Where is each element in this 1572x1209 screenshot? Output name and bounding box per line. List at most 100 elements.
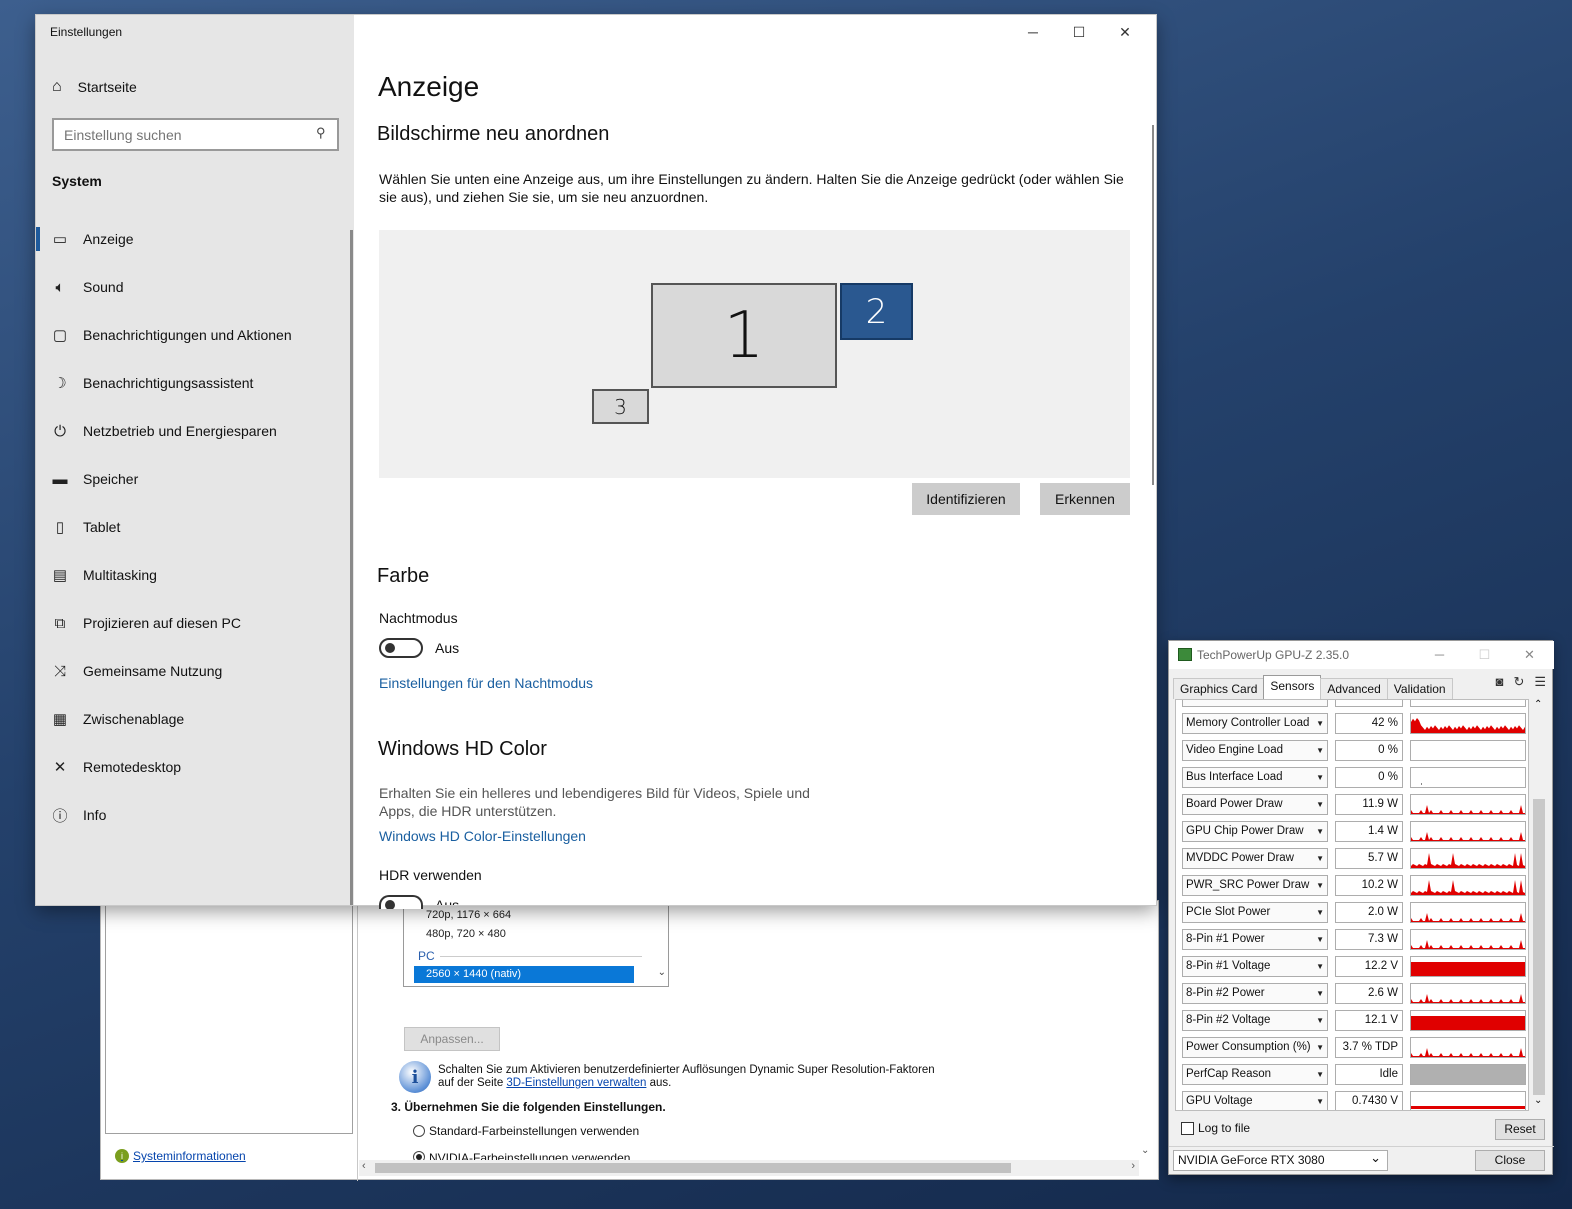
- sensor-graph: [1410, 1010, 1526, 1031]
- sensor-name[interactable]: Video Engine Load: [1182, 740, 1328, 761]
- scrollbar-thumb[interactable]: [375, 1163, 1011, 1173]
- sensor-value: 1.4 W: [1335, 821, 1403, 842]
- menu-icon[interactable]: ☰: [1534, 674, 1546, 690]
- system-info-link[interactable]: i Systeminformationen: [115, 1149, 246, 1163]
- scrollbar-thumb[interactable]: [1533, 799, 1545, 1095]
- drive-icon: ▬: [52, 470, 68, 488]
- hdr-toggle[interactable]: [379, 895, 423, 909]
- scroll-left-icon[interactable]: ‹: [362, 1160, 366, 1172]
- moon-icon: ☽: [53, 375, 67, 392]
- tab-sensors[interactable]: Sensors: [1263, 675, 1322, 699]
- scroll-up-icon[interactable]: ⌃: [1534, 699, 1542, 710]
- sensor-name[interactable]: PWR_SRC Power Draw: [1182, 875, 1328, 896]
- resolution-item-720p[interactable]: 720p, 1176 × 664: [426, 909, 511, 921]
- sidebar-item-gemeinsame-nutzung[interactable]: ⤨ Gemeinsame Nutzung: [36, 647, 350, 695]
- scroll-down-icon[interactable]: ⌄: [1141, 1145, 1149, 1156]
- tab-validation[interactable]: Validation: [1386, 678, 1453, 699]
- gpu-select[interactable]: NVIDIA GeForce RTX 3080: [1173, 1148, 1388, 1171]
- sidebar-item-info[interactable]: ⓘ Info: [36, 791, 350, 839]
- monitor-2[interactable]: 2: [840, 283, 913, 340]
- display-arrangement-area[interactable]: 1 2 3: [379, 230, 1130, 478]
- sidebar-item-multitasking[interactable]: ▤ Multitasking: [36, 551, 350, 599]
- tab-graphics-card[interactable]: Graphics Card: [1173, 678, 1265, 699]
- close-icon[interactable]: ✕: [1507, 641, 1552, 669]
- sidebar-item-zwischenablage[interactable]: ▦ Zwischenablage: [36, 695, 350, 743]
- detect-button[interactable]: Erkennen: [1040, 483, 1130, 515]
- radio-standard-colors[interactable]: Standard-Farbeinstellungen verwenden: [413, 1124, 639, 1138]
- sidebar-item-projizieren-auf-diesen-pc[interactable]: ⧉ Projizieren auf diesen PC: [36, 599, 350, 647]
- sensor-name[interactable]: PerfCap Reason: [1182, 1064, 1328, 1085]
- minimize-icon[interactable]: ─: [1417, 641, 1462, 669]
- night-mode-settings-link[interactable]: Einstellungen für den Nachtmodus: [379, 675, 593, 691]
- sensor-name[interactable]: PCIe Slot Power: [1182, 902, 1328, 923]
- sensor-row: PCIe Slot Power 2.0 W: [1182, 902, 1527, 924]
- sidebar-item-netzbetrieb-und-energiesparen[interactable]: ⏻ Netzbetrieb und Energiesparen: [36, 407, 350, 455]
- sidebar-item-label: Zwischenablage: [83, 711, 185, 727]
- night-mode-toggle[interactable]: [379, 638, 423, 658]
- sidebar-item-benachrichtigungen-und-aktionen[interactable]: ▢ Benachrichtigungen und Aktionen: [36, 311, 350, 359]
- sidebar-item-anzeige[interactable]: ▭ Anzeige: [36, 215, 350, 263]
- sidebar-item-sound[interactable]: 🔈︎ Sound: [36, 263, 350, 311]
- sensor-name[interactable]: Power Consumption (%): [1182, 1037, 1328, 1058]
- manage-3d-settings-link[interactable]: 3D-Einstellungen verwalten: [506, 1077, 646, 1089]
- refresh-icon[interactable]: ↻: [1513, 674, 1524, 690]
- settings-search-input[interactable]: [52, 118, 339, 151]
- sensor-name[interactable]: 8-Pin #1 Power: [1182, 929, 1328, 950]
- camera-icon[interactable]: ◙: [1496, 674, 1504, 690]
- sidebar-item-tablet[interactable]: ▯ Tablet: [36, 503, 350, 551]
- sensor-name[interactable]: MVDDC Power Draw: [1182, 848, 1328, 869]
- sensor-value: 7.3 W: [1335, 929, 1403, 950]
- scroll-right-icon[interactable]: ›: [1131, 1160, 1135, 1172]
- customize-button[interactable]: Anpassen...: [404, 1027, 500, 1051]
- identify-button[interactable]: Identifizieren: [912, 483, 1020, 515]
- sensor-scrollbar[interactable]: ⌃ ⌄: [1531, 699, 1547, 1111]
- sensor-name[interactable]: GPU Load: [1182, 700, 1328, 707]
- radio-circle[interactable]: [413, 1125, 425, 1137]
- radio-circle-selected[interactable]: [413, 1151, 425, 1160]
- sensor-name[interactable]: 8-Pin #1 Voltage: [1182, 956, 1328, 977]
- sensor-row: MVDDC Power Draw 5.7 W: [1182, 848, 1527, 870]
- home-nav-item[interactable]: ⌂ Startseite: [52, 78, 137, 96]
- search-icon[interactable]: ⚲: [316, 125, 326, 141]
- reset-button[interactable]: Reset: [1495, 1119, 1545, 1140]
- tab-advanced[interactable]: Advanced: [1320, 678, 1388, 699]
- content-scrollbar[interactable]: [1152, 125, 1154, 485]
- sidebar-item-remotedesktop[interactable]: ✕ Remotedesktop: [36, 743, 350, 791]
- maximize-icon[interactable]: ☐: [1056, 17, 1102, 47]
- monitor-3[interactable]: 3: [592, 389, 649, 424]
- pane-divider[interactable]: [357, 901, 358, 1181]
- sensor-name[interactable]: GPU Chip Power Draw: [1182, 821, 1328, 842]
- close-button[interactable]: Close: [1475, 1150, 1545, 1171]
- horizontal-scrollbar[interactable]: ‹ ›: [359, 1160, 1139, 1176]
- sensor-name[interactable]: GPU Voltage: [1182, 1091, 1328, 1110]
- sensor-name[interactable]: 8-Pin #2 Power: [1182, 983, 1328, 1004]
- log-to-file-checkbox[interactable]: Log to file: [1181, 1121, 1250, 1135]
- gpuz-toolbar: ◙ ↻ ☰: [1496, 674, 1546, 690]
- sensor-value: 0 %: [1335, 740, 1403, 761]
- hd-color-settings-link[interactable]: Windows HD Color-Einstellungen: [379, 828, 586, 844]
- sensor-name[interactable]: Board Power Draw: [1182, 794, 1328, 815]
- radio-nvidia-colors[interactable]: NVIDIA-Farbeinstellungen verwenden: [413, 1151, 630, 1160]
- scroll-down-icon[interactable]: ⌄: [658, 967, 666, 978]
- maximize-icon[interactable]: ☐: [1462, 641, 1507, 669]
- checkbox-box[interactable]: [1181, 1121, 1194, 1135]
- sensor-name[interactable]: Bus Interface Load: [1182, 767, 1328, 788]
- clipboard-icon: ▦: [52, 711, 68, 728]
- sidebar-item-benachrichtigungsassistent[interactable]: ☽ Benachrichtigungsassistent: [36, 359, 350, 407]
- monitor-1[interactable]: 1: [651, 283, 837, 388]
- sensor-name[interactable]: 8-Pin #2 Voltage: [1182, 1010, 1328, 1031]
- sensor-graph: [1410, 875, 1526, 896]
- resolution-item-480p[interactable]: 480p, 720 × 480: [426, 928, 506, 940]
- sidebar-item-speicher[interactable]: ▬ Speicher: [36, 455, 350, 503]
- sensor-graph: [1410, 713, 1526, 734]
- scroll-down-icon[interactable]: ⌄: [1534, 1095, 1542, 1106]
- resolution-item-selected[interactable]: 2560 × 1440 (nativ): [414, 966, 634, 983]
- system-info-label: Systeminformationen: [133, 1149, 246, 1163]
- close-icon[interactable]: ✕: [1102, 17, 1148, 47]
- sidebar-scrollbar[interactable]: [350, 230, 353, 905]
- resolution-list[interactable]: 720p, 1176 × 664 480p, 720 × 480 PC 2560…: [403, 901, 669, 987]
- sensor-graph-svg: [1411, 1048, 1525, 1057]
- sidebar-item-label: Anzeige: [83, 231, 134, 247]
- sensor-name[interactable]: Memory Controller Load: [1182, 713, 1328, 734]
- minimize-icon[interactable]: ─: [1010, 17, 1056, 47]
